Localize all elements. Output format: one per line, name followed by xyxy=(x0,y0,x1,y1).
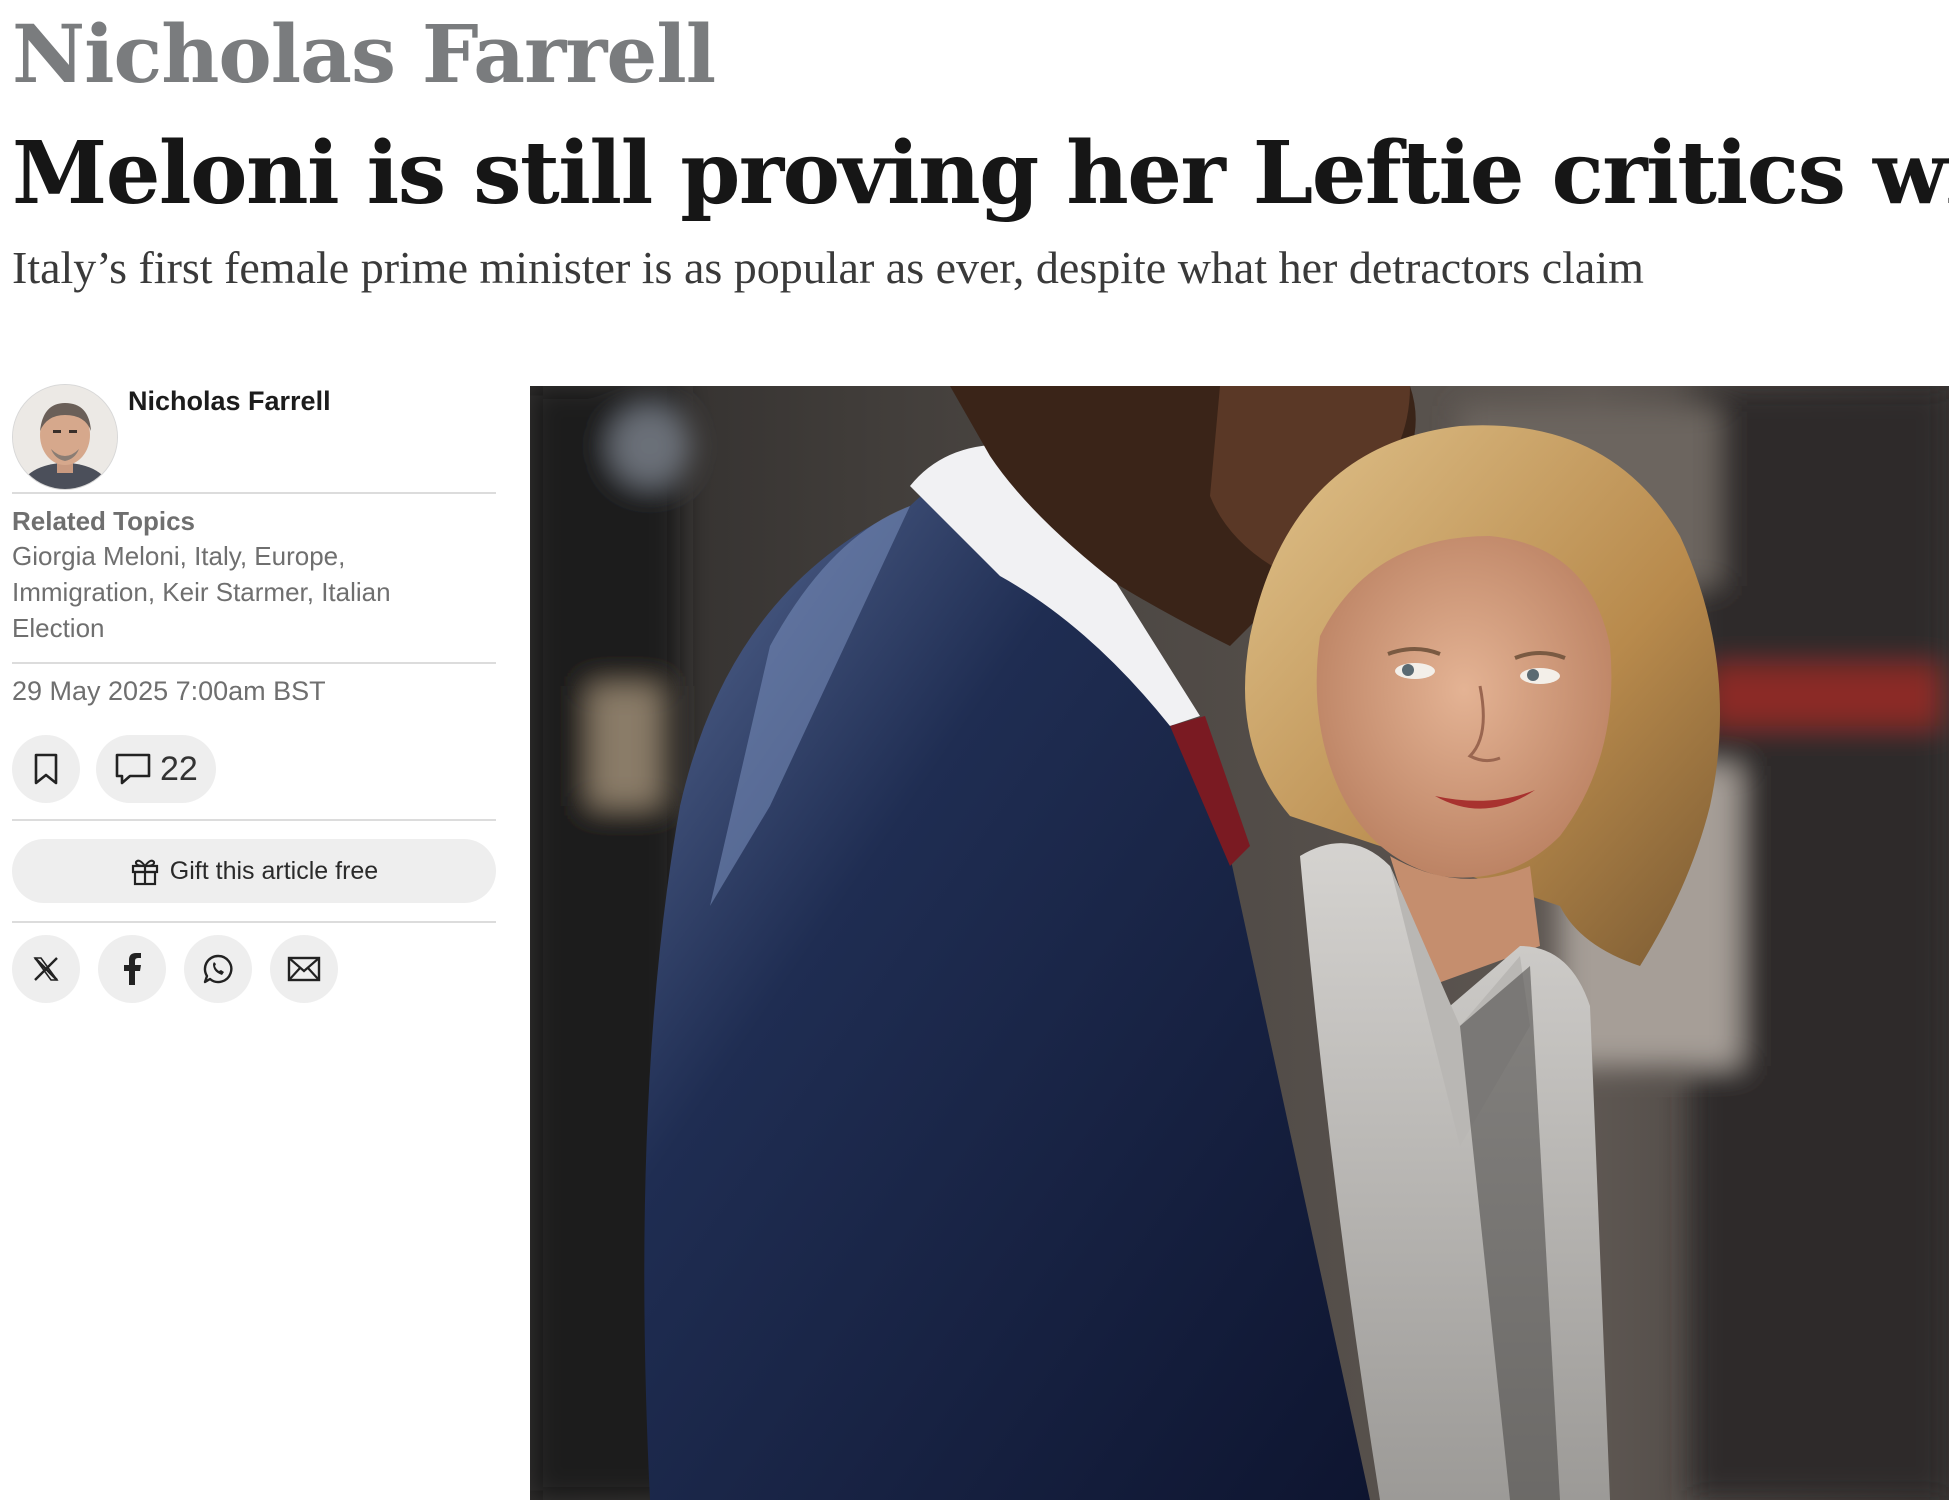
gift-article-button[interactable]: Gift this article free xyxy=(12,839,496,903)
comments-button[interactable]: 22 xyxy=(96,735,216,803)
article-lead-image[interactable] xyxy=(530,386,1949,1500)
bookmark-icon xyxy=(34,753,58,785)
share-whatsapp-button[interactable] xyxy=(184,935,252,1003)
gift-icon xyxy=(131,859,158,886)
article-sidebar: Nicholas Farrell Related Topics Giorgia … xyxy=(12,380,496,1003)
email-icon xyxy=(287,956,321,982)
facebook-icon xyxy=(124,953,141,985)
publish-date: 29 May 2025 7:00am BST xyxy=(12,676,326,706)
related-topics: Related Topics Giorgia Meloni, Italy, Eu… xyxy=(12,494,496,662)
comment-count: 22 xyxy=(160,749,198,788)
share-buttons xyxy=(12,923,496,1003)
x-icon xyxy=(33,957,59,981)
author-name-link[interactable]: Nicholas Farrell xyxy=(128,386,331,417)
divider xyxy=(12,819,496,821)
share-facebook-button[interactable] xyxy=(98,935,166,1003)
byline: Nicholas Farrell xyxy=(12,380,496,492)
author-kicker[interactable]: Nicholas Farrell xyxy=(12,4,716,104)
article-actions: 22 xyxy=(12,735,496,819)
article-standfirst: Italy’s first female prime minister is a… xyxy=(12,242,1644,293)
author-avatar[interactable] xyxy=(12,384,118,490)
related-topics-list[interactable]: Giorgia Meloni, Italy, Europe, Immigrati… xyxy=(12,538,472,646)
article-headline: Meloni is still proving her Leftie criti… xyxy=(12,123,1949,224)
share-email-button[interactable] xyxy=(270,935,338,1003)
comment-icon xyxy=(115,753,151,785)
share-x-button[interactable] xyxy=(12,935,80,1003)
whatsapp-icon xyxy=(203,954,233,984)
gift-article-label: Gift this article free xyxy=(169,856,379,885)
bookmark-button[interactable] xyxy=(12,735,80,803)
related-topics-label: Related Topics xyxy=(12,506,196,536)
